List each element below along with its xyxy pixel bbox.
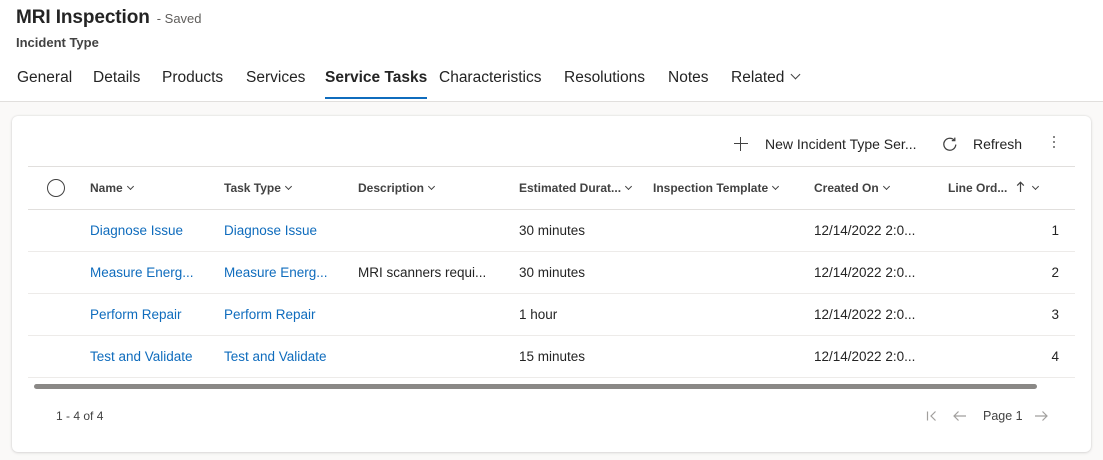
chevron-down-icon: [1031, 182, 1040, 191]
sort-ascending-icon: [1016, 181, 1024, 192]
line-order-cell: 1: [1051, 223, 1059, 238]
tab-services[interactable]: Services: [246, 64, 305, 101]
tab-notes[interactable]: Notes: [668, 64, 709, 101]
record-title: MRI Inspection: [16, 7, 150, 28]
line-order-cell: 4: [1051, 349, 1059, 364]
duration-cell: 30 minutes: [519, 265, 586, 280]
task-type-link[interactable]: Test and Validate: [224, 336, 352, 377]
form-header: MRI Inspection - Saved Incident Type Gen…: [0, 0, 1103, 102]
previous-page-icon[interactable]: [952, 404, 968, 428]
table-row[interactable]: Diagnose Issue Diagnose Issue 30 minutes…: [28, 210, 1075, 252]
column-header-task-type[interactable]: Task Type: [224, 167, 292, 209]
created-on-cell: 12/14/2022 2:0...: [814, 349, 916, 364]
first-page-icon[interactable]: [924, 404, 940, 428]
horizontal-scrollbar[interactable]: [34, 384, 1037, 389]
table-row[interactable]: Test and Validate Test and Validate 15 m…: [28, 336, 1075, 378]
title-row: MRI Inspection - Saved: [16, 7, 202, 29]
tab-details[interactable]: Details: [93, 64, 140, 101]
name-link[interactable]: Perform Repair: [90, 294, 218, 335]
duration-cell: 1 hour: [519, 307, 558, 322]
add-icon: [734, 137, 748, 151]
entity-type-label: Incident Type: [16, 35, 99, 50]
column-header-estimated-duration[interactable]: Estimated Durat...: [519, 167, 633, 209]
line-order-cell: 2: [1051, 265, 1059, 280]
created-on-cell: 12/14/2022 2:0...: [814, 307, 916, 322]
description-cell: MRI scanners requi...: [358, 265, 487, 280]
record-count: 1 - 4 of 4: [56, 409, 104, 423]
inspection-template-cell: [653, 294, 808, 335]
description-cell: [358, 210, 513, 251]
inspection-template-cell: [653, 252, 808, 293]
tab-resolutions[interactable]: Resolutions: [564, 64, 645, 101]
save-status: - Saved: [156, 11, 202, 26]
select-all-checkbox[interactable]: [47, 179, 65, 197]
description-cell: [358, 336, 513, 377]
service-tasks-grid: Name Task Type Description Estimated Dur…: [28, 166, 1075, 378]
chevron-down-icon: [772, 182, 780, 191]
chevron-down-icon: [284, 182, 292, 191]
column-header-inspection-template[interactable]: Inspection Template: [653, 167, 780, 209]
tab-general[interactable]: General: [17, 64, 72, 101]
chevron-down-icon: [790, 69, 801, 80]
column-header-name[interactable]: Name: [90, 167, 134, 209]
task-type-link[interactable]: Measure Energ...: [224, 252, 352, 293]
refresh-icon: [943, 137, 957, 151]
subgrid-card: New Incident Type Ser... Refresh Name Ta…: [12, 116, 1091, 452]
column-header-line-order[interactable]: Line Ord...: [948, 167, 1040, 209]
new-button-label: New Incident Type Ser...: [765, 136, 917, 152]
chevron-down-icon: [624, 182, 633, 191]
name-link[interactable]: Diagnose Issue: [90, 210, 218, 251]
tab-products[interactable]: Products: [162, 64, 223, 101]
task-type-link[interactable]: Perform Repair: [224, 294, 352, 335]
duration-cell: 15 minutes: [519, 349, 586, 364]
refresh-label: Refresh: [973, 136, 1023, 152]
tab-service-tasks[interactable]: Service Tasks: [325, 64, 428, 101]
name-link[interactable]: Test and Validate: [90, 336, 218, 377]
chevron-down-icon: [427, 182, 436, 191]
task-type-link[interactable]: Diagnose Issue: [224, 210, 352, 251]
description-cell: [358, 294, 513, 335]
tab-related[interactable]: Related: [731, 64, 801, 101]
table-row[interactable]: Perform Repair Perform Repair 1 hour 12/…: [28, 294, 1075, 336]
chevron-down-icon: [126, 182, 134, 191]
chevron-down-icon: [882, 182, 890, 191]
column-header-created-on[interactable]: Created On: [814, 167, 890, 209]
inspection-template-cell: [653, 210, 808, 251]
table-row[interactable]: Measure Energ... Measure Energ... MRI sc…: [28, 252, 1075, 294]
grid-header-row: Name Task Type Description Estimated Dur…: [28, 166, 1075, 210]
refresh-button[interactable]: Refresh: [942, 132, 1022, 156]
duration-cell: 30 minutes: [519, 223, 586, 238]
inspection-template-cell: [653, 336, 808, 377]
next-page-icon[interactable]: [1033, 404, 1049, 428]
new-incident-type-service-task-button[interactable]: New Incident Type Ser...: [734, 132, 917, 156]
column-header-description[interactable]: Description: [358, 167, 436, 209]
name-link[interactable]: Measure Energ...: [90, 252, 218, 293]
created-on-cell: 12/14/2022 2:0...: [814, 265, 916, 280]
tab-characteristics[interactable]: Characteristics: [439, 64, 542, 101]
more-commands-icon[interactable]: [1052, 136, 1056, 150]
page-indicator: Page 1: [983, 409, 1023, 423]
created-on-cell: 12/14/2022 2:0...: [814, 223, 916, 238]
line-order-cell: 3: [1051, 307, 1059, 322]
